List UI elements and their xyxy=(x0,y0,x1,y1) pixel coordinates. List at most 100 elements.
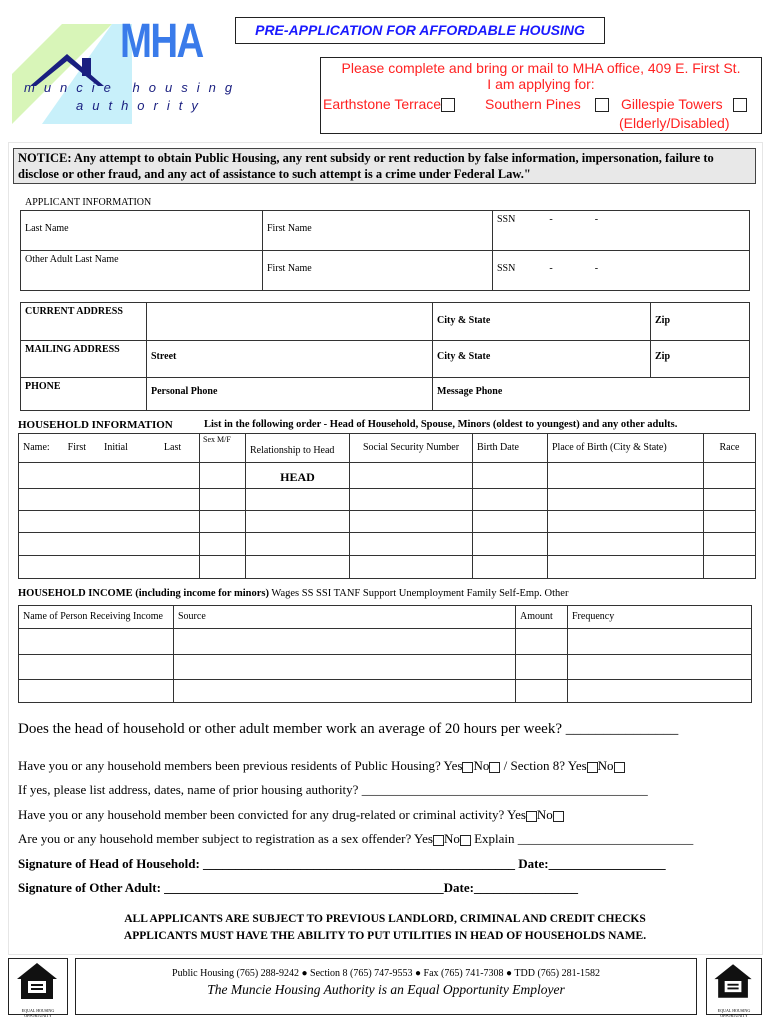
mha-logo: MHA muncie housing authority xyxy=(12,14,262,124)
offender-no-checkbox[interactable] xyxy=(459,834,471,846)
table-cell[interactable] xyxy=(349,488,473,511)
current-street-field[interactable] xyxy=(146,302,433,341)
question-work-hours: Does the head of household or other adul… xyxy=(18,721,679,737)
message-phone-field[interactable]: Message Phone xyxy=(432,377,750,411)
table-cell[interactable] xyxy=(18,488,200,511)
table-cell[interactable] xyxy=(18,462,200,489)
table-cell[interactable] xyxy=(199,555,246,579)
current-address-label: CURRENT ADDRESS xyxy=(20,302,147,341)
current-zip-field[interactable]: Zip xyxy=(650,302,750,341)
table-cell[interactable] xyxy=(18,510,200,533)
table-cell[interactable] xyxy=(703,510,756,533)
table-cell[interactable] xyxy=(703,488,756,511)
table-cell[interactable] xyxy=(567,654,752,680)
table-cell[interactable] xyxy=(173,628,516,655)
mailing-city-field[interactable]: City & State xyxy=(432,340,651,378)
table-cell[interactable] xyxy=(199,462,246,489)
table-cell[interactable] xyxy=(349,555,473,579)
signature-other-adult[interactable]: Signature of Other Adult: ______________… xyxy=(18,880,578,896)
table-cell[interactable] xyxy=(515,654,568,680)
mailing-address-label: MAILING ADDRESS xyxy=(20,340,147,378)
public-housing-no-checkbox[interactable] xyxy=(489,761,501,773)
table-cell: Birth Date xyxy=(472,433,548,463)
other-adult-ssn-field[interactable]: SSN - - xyxy=(492,250,750,291)
ssn-field[interactable]: SSN - - xyxy=(492,210,750,251)
public-housing-yes-checkbox[interactable] xyxy=(462,761,474,773)
other-adult-first-name-field[interactable]: First Name xyxy=(262,250,493,291)
income-row[interactable] xyxy=(18,628,752,655)
household-heading: HOUSEHOLD INFORMATION xyxy=(18,419,173,431)
table-cell[interactable] xyxy=(18,654,174,680)
current-city-field[interactable]: City & State xyxy=(432,302,651,341)
table-cell[interactable] xyxy=(472,532,548,556)
household-row[interactable] xyxy=(18,555,756,579)
household-row[interactable] xyxy=(18,488,756,511)
table-cell[interactable] xyxy=(245,555,350,579)
mailing-street-field[interactable]: Street xyxy=(146,340,433,378)
household-row[interactable]: HEAD xyxy=(18,462,756,489)
table-cell[interactable] xyxy=(173,679,516,703)
table-cell[interactable] xyxy=(515,679,568,703)
table-cell[interactable] xyxy=(18,628,174,655)
table-cell[interactable] xyxy=(173,654,516,680)
table-cell[interactable] xyxy=(547,488,704,511)
household-row[interactable] xyxy=(18,532,756,556)
footer-eoe: The Muncie Housing Authority is an Equal… xyxy=(207,982,565,997)
logo-line1: muncie housing xyxy=(24,80,242,95)
table-cell: Source xyxy=(173,605,516,629)
personal-phone-field[interactable]: Personal Phone xyxy=(146,377,433,411)
table-cell[interactable] xyxy=(547,462,704,489)
question-public-housing: Have you or any household members been p… xyxy=(18,758,625,774)
table-cell[interactable] xyxy=(199,510,246,533)
table-cell[interactable] xyxy=(199,532,246,556)
question-prior-housing: If yes, please list address, dates, name… xyxy=(18,782,648,797)
question-sex-offender: Are you or any household member subject … xyxy=(18,831,694,846)
convicted-no-checkbox[interactable] xyxy=(552,810,564,822)
income-row[interactable] xyxy=(18,679,752,703)
notice-box: NOTICE: Any attempt to obtain Public Hou… xyxy=(13,148,756,184)
table-cell[interactable] xyxy=(547,532,704,556)
table-cell[interactable] xyxy=(199,488,246,511)
table-cell[interactable] xyxy=(703,555,756,579)
table-cell[interactable] xyxy=(245,510,350,533)
table-cell: Amount xyxy=(515,605,568,629)
table-cell[interactable] xyxy=(703,462,756,489)
convicted-yes-checkbox[interactable] xyxy=(525,810,537,822)
section8-no-checkbox[interactable] xyxy=(613,761,625,773)
household-instruction: List in the following order - Head of Ho… xyxy=(204,419,678,430)
table-cell[interactable] xyxy=(547,510,704,533)
table-cell[interactable] xyxy=(18,555,200,579)
table-cell[interactable] xyxy=(349,532,473,556)
table-cell: Race xyxy=(703,433,756,463)
table-cell[interactable] xyxy=(472,462,548,489)
mailing-zip-field[interactable]: Zip xyxy=(650,340,750,378)
gillespie-checkbox[interactable] xyxy=(732,98,747,113)
table-cell[interactable] xyxy=(703,532,756,556)
table-cell[interactable] xyxy=(349,462,473,489)
table-cell[interactable] xyxy=(472,555,548,579)
applicant-heading: APPLICANT INFORMATION xyxy=(25,197,152,208)
table-cell[interactable] xyxy=(245,488,350,511)
southern-pines-checkbox[interactable] xyxy=(594,98,609,113)
table-cell[interactable] xyxy=(472,488,548,511)
section8-yes-checkbox[interactable] xyxy=(586,761,598,773)
table-cell[interactable] xyxy=(18,679,174,703)
earthstone-checkbox[interactable] xyxy=(441,98,456,113)
table-cell[interactable] xyxy=(349,510,473,533)
table-cell[interactable] xyxy=(567,679,752,703)
income-row[interactable] xyxy=(18,654,752,680)
table-cell[interactable] xyxy=(245,532,350,556)
disclaimer-line2: APPLICANTS MUST HAVE THE ABILITY TO PUT … xyxy=(123,930,647,942)
household-row[interactable] xyxy=(18,510,756,533)
offender-yes-checkbox[interactable] xyxy=(432,834,444,846)
table-cell[interactable] xyxy=(567,628,752,655)
last-name-field[interactable]: Last Name xyxy=(20,210,263,251)
table-cell[interactable] xyxy=(547,555,704,579)
instructions-box: Please complete and bring or mail to MHA… xyxy=(320,57,762,134)
table-cell[interactable] xyxy=(515,628,568,655)
signature-head[interactable]: Signature of Head of Household: ________… xyxy=(18,856,666,872)
other-adult-last-name-field[interactable]: Other Adult Last Name xyxy=(20,250,263,291)
first-name-field[interactable]: First Name xyxy=(262,210,493,251)
table-cell[interactable] xyxy=(472,510,548,533)
table-cell[interactable] xyxy=(18,532,200,556)
